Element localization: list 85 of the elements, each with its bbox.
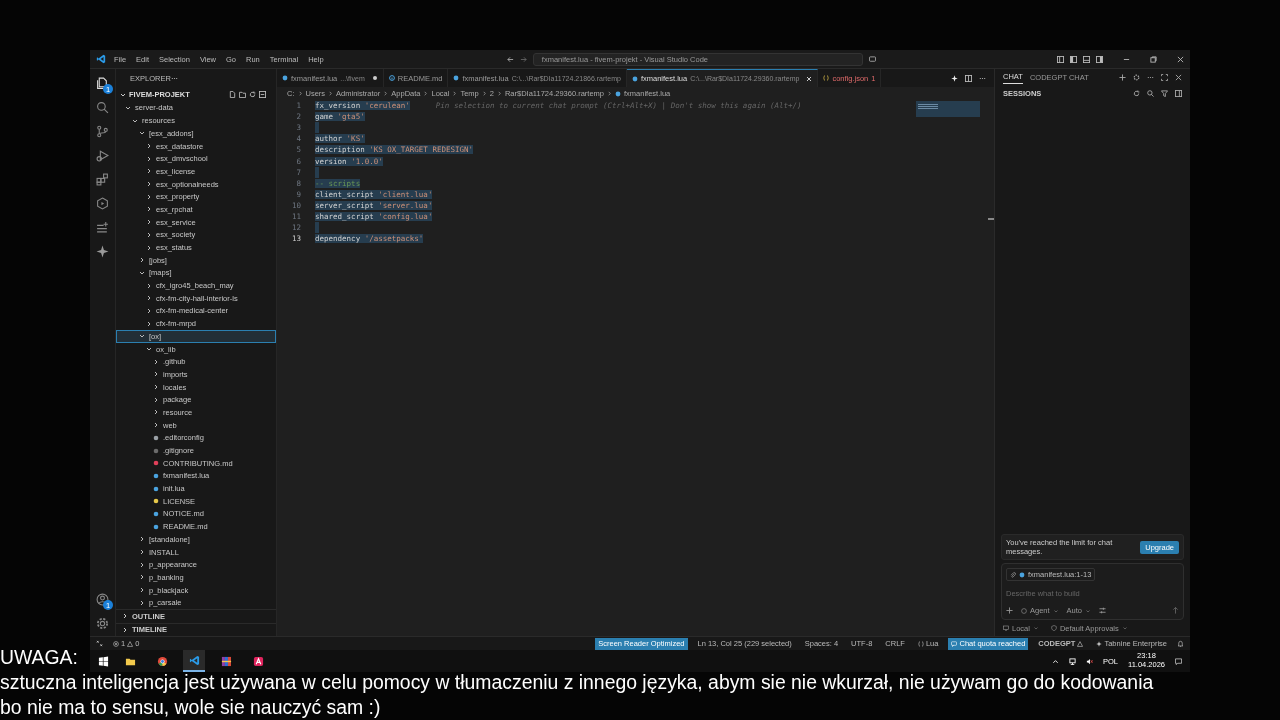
sidebar-toggle-icon[interactable]	[1070, 55, 1077, 63]
taskbar-app[interactable]	[183, 650, 205, 672]
lua-file-icon	[282, 75, 288, 81]
sliders-icon[interactable]	[1099, 607, 1107, 614]
plus-icon[interactable]	[1119, 73, 1126, 81]
chevron-down-icon	[139, 269, 145, 276]
sparkle-icon[interactable]	[96, 245, 109, 258]
chevron-right-icon	[496, 91, 502, 96]
monitor-icon	[1003, 625, 1009, 631]
code-editor-icon	[188, 654, 200, 666]
notifications-icon[interactable]	[1175, 657, 1182, 665]
layout-icon[interactable]	[1057, 55, 1064, 63]
plus-icon[interactable]	[1006, 607, 1013, 614]
chevron-right-icon	[328, 91, 334, 96]
speaker-icon[interactable]	[1086, 657, 1093, 665]
bell-icon[interactable]	[1177, 640, 1184, 647]
sparkle-icon	[1096, 640, 1103, 647]
caret-icon	[1085, 607, 1092, 614]
chevron-right-icon	[297, 91, 303, 96]
unsaved-dot-icon	[371, 75, 378, 81]
caret-icon	[1052, 607, 1059, 614]
browser-icon	[156, 655, 168, 667]
close-icon[interactable]	[806, 75, 813, 82]
paperclip-icon	[1010, 571, 1016, 578]
chevron-right-icon	[423, 91, 429, 96]
lua-file-icon	[615, 90, 621, 97]
remote-icon[interactable]	[96, 640, 103, 647]
chevron-right-icon	[481, 91, 487, 96]
caret-icon	[1121, 625, 1128, 631]
close-icon[interactable]	[1175, 73, 1182, 81]
chat-icon	[951, 640, 958, 647]
back-arrow-icon[interactable]	[506, 55, 514, 63]
subtitle-line: UWAGA:	[0, 645, 78, 670]
chevron-right-icon	[452, 91, 458, 96]
caret-icon	[1032, 625, 1039, 631]
warning-icon	[127, 640, 134, 647]
split-editor-icon[interactable]	[965, 74, 972, 82]
archive-books-icon	[220, 655, 232, 667]
lua-file-icon	[1019, 571, 1025, 578]
minimap	[916, 101, 980, 117]
refresh-icon[interactable]	[1133, 89, 1140, 97]
extensions-icon[interactable]	[96, 173, 109, 186]
files-icon[interactable]	[96, 77, 109, 90]
settings-icon[interactable]	[96, 617, 109, 630]
lua-file-icon	[453, 75, 460, 81]
windows-start-icon[interactable]	[98, 655, 109, 667]
info-icon	[388, 75, 395, 81]
error-icon	[113, 640, 119, 647]
agent-icon	[1021, 607, 1027, 614]
send-arrow-icon[interactable]	[1172, 607, 1179, 614]
account-icon[interactable]	[96, 593, 109, 606]
new-folder-icon[interactable]	[239, 91, 246, 99]
chat-icon[interactable]	[868, 55, 876, 63]
braces-icon	[823, 75, 830, 81]
refresh-icon[interactable]	[249, 91, 256, 99]
close-icon[interactable]	[1177, 55, 1184, 63]
warning-icon	[1077, 640, 1084, 647]
search-icon[interactable]	[96, 101, 109, 114]
vscode-logo-icon	[96, 54, 106, 64]
hexagon-play-icon[interactable]	[96, 197, 109, 210]
search-icon[interactable]	[1147, 89, 1154, 97]
network-icon[interactable]	[1069, 657, 1076, 665]
new-file-icon[interactable]	[229, 91, 236, 99]
sparkle-icon[interactable]	[951, 74, 958, 82]
shield-icon	[1050, 625, 1057, 631]
braces-icon	[917, 640, 924, 647]
settings-icon[interactable]	[1133, 73, 1140, 81]
secondary-sidebar-toggle-icon[interactable]	[1096, 55, 1103, 63]
forward-arrow-icon[interactable]	[519, 55, 527, 63]
run-debug-icon[interactable]	[96, 149, 109, 162]
list-icon[interactable]	[96, 221, 109, 234]
maximize-icon[interactable]	[1161, 73, 1168, 81]
sidebar-toggle-icon[interactable]	[1175, 89, 1182, 97]
panel-toggle-icon[interactable]	[1083, 55, 1090, 63]
collapse-all-icon[interactable]	[259, 91, 266, 99]
restore-icon[interactable]	[1150, 55, 1157, 63]
lua-file-icon	[631, 75, 638, 82]
letter-a-app-icon	[252, 655, 264, 667]
subtitle-line: sztuczna inteligencja jest używana w celu pomocy w tłumaczeniu z innego języka, abym sie nie wkurzał, nie używam go do kodowania	[0, 670, 1154, 695]
source-control-icon[interactable]	[96, 125, 109, 138]
subtitle-line: bo nie ma to sensu, wole sie nauczyć sam :)	[0, 695, 381, 720]
chevron-right-icon	[383, 91, 389, 96]
chevron-right-icon	[607, 91, 612, 96]
filter-icon[interactable]	[1161, 89, 1168, 97]
chevron-up-icon[interactable]	[1052, 657, 1059, 665]
